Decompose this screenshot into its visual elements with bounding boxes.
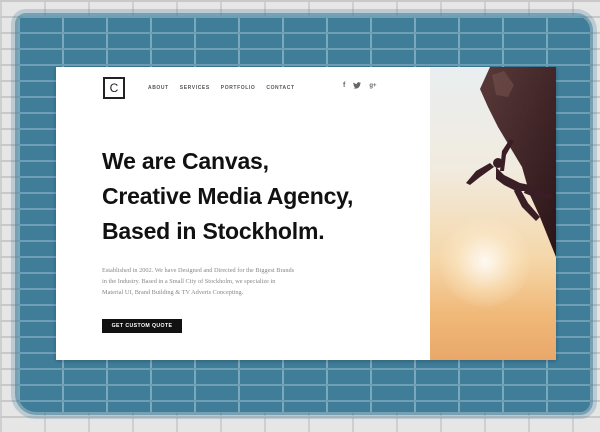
get-custom-quote-button[interactable]: GET CUSTOM QUOTE — [102, 319, 182, 333]
hero-description: Established in 2002. We have Designed an… — [102, 265, 342, 298]
main-nav: ABOUT SERVICES PORTFOLIO CONTACT — [148, 85, 295, 91]
logo-letter: C — [109, 81, 119, 95]
nav-link-about[interactable]: ABOUT — [148, 85, 169, 91]
nav-link-portfolio[interactable]: PORTFOLIO — [221, 85, 256, 91]
headline-line-2: Creative Media Agency, — [102, 183, 354, 209]
google-plus-icon[interactable]: g+ — [369, 83, 376, 89]
description-line-1: Established in 2002. We have Designed an… — [102, 267, 295, 274]
website-mockup: C ABOUT SERVICES PORTFOLIO CONTACT f g+ … — [56, 67, 556, 360]
social-links: f g+ — [343, 82, 377, 89]
nav-link-contact[interactable]: CONTACT — [266, 85, 294, 91]
c-logo-icon[interactable]: C — [103, 77, 125, 99]
description-line-3: Material UI, Brand Building & TV Adverts… — [102, 289, 244, 296]
facebook-icon[interactable]: f — [343, 82, 345, 89]
nav-link-services[interactable]: SERVICES — [180, 85, 210, 91]
headline-line-1: We are Canvas, — [102, 148, 269, 174]
climber-image — [430, 67, 556, 360]
hero-content: C ABOUT SERVICES PORTFOLIO CONTACT f g+ … — [56, 67, 430, 360]
hero-headline: We are Canvas, Creative Media Agency, Ba… — [102, 144, 353, 249]
twitter-icon[interactable] — [353, 82, 362, 89]
rock-climber-silhouette — [466, 67, 556, 257]
description-line-2: in the Industry. Based in a Small City o… — [102, 278, 276, 285]
headline-line-3: Based in Stockholm. — [102, 218, 325, 244]
